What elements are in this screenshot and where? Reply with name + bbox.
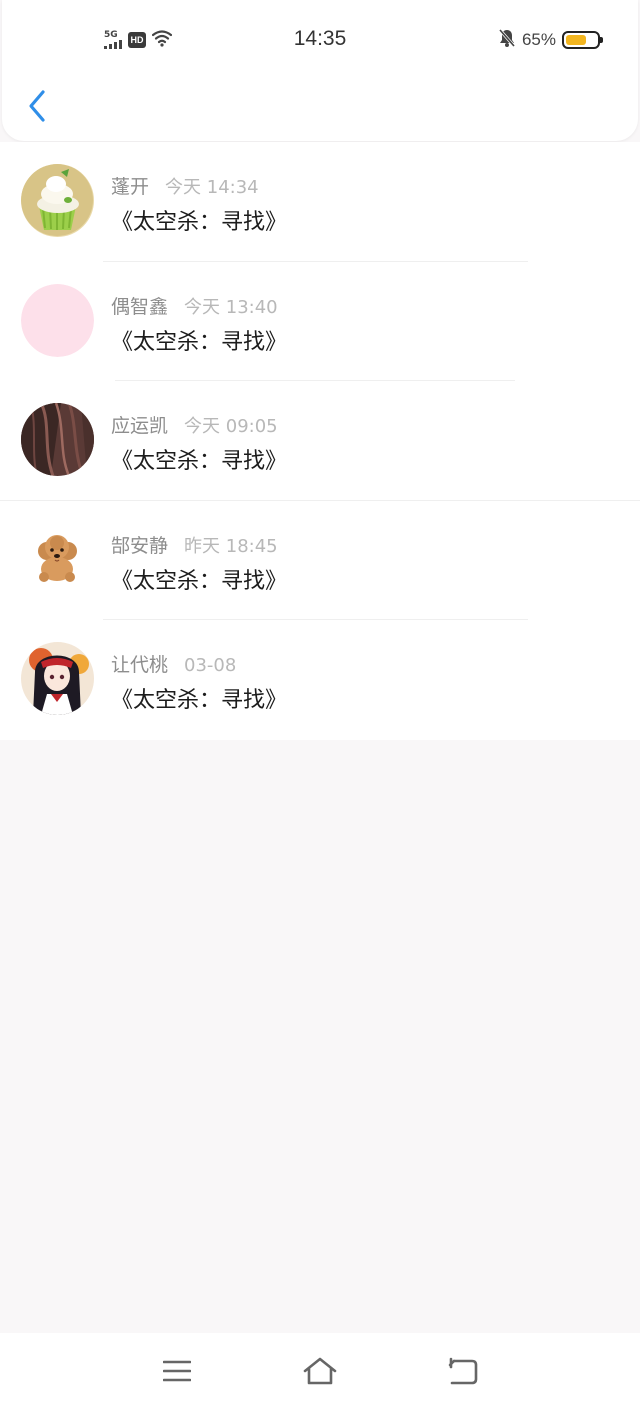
menu-button[interactable] <box>157 1351 197 1391</box>
list-item[interactable]: 让代桃 03-08 《太空杀：寻找》 <box>0 620 640 740</box>
back-return-button[interactable] <box>442 1351 482 1391</box>
message-time: 今天 09:05 <box>184 416 278 438</box>
message-meta: 让代桃 03-08 <box>111 650 236 677</box>
list-item[interactable]: 应运凯 今天 09:05 《太空杀：寻找》 <box>0 381 640 501</box>
list-item[interactable]: 蓬开 今天 14:34 《太空杀：寻找》 <box>0 142 640 262</box>
message-time: 今天 14:34 <box>165 177 259 198</box>
message-text: 《太空杀：寻找》 <box>111 210 288 235</box>
anime-girl-avatar[interactable] <box>21 642 94 716</box>
list-item[interactable]: 郜安静 昨天 18:45 《太空杀：寻找》 <box>0 501 640 621</box>
message-text: 《太空杀：寻找》 <box>111 449 288 475</box>
message-time: 昨天 18:45 <box>184 535 278 557</box>
message-text: 《太空杀：寻找》 <box>111 568 288 594</box>
sender-name: 应运凯 <box>111 415 169 438</box>
poodle-avatar[interactable] <box>21 522 94 596</box>
battery-icon <box>562 31 603 49</box>
cupcake-avatar[interactable] <box>21 164 94 237</box>
message-text: 《太空杀：寻找》 <box>111 688 288 714</box>
status-right: 65% <box>498 28 603 52</box>
sender-name: 蓬开 <box>111 176 150 198</box>
message-time: 今天 13:40 <box>184 296 278 318</box>
message-meta: 郜安静 昨天 18:45 <box>111 531 278 558</box>
message-text: 《太空杀：寻找》 <box>111 329 288 355</box>
menu-icon <box>163 1360 191 1382</box>
message-meta: 应运凯 今天 09:05 <box>111 411 278 438</box>
battery-fill <box>566 35 586 45</box>
message-meta: 偶智鑫 今天 13:40 <box>111 292 278 319</box>
bottom-nav <box>0 1333 640 1409</box>
message-time: 03-08 <box>184 655 237 677</box>
chevron-left-icon <box>29 90 45 122</box>
sender-name: 让代桃 <box>111 654 169 677</box>
sender-name: 偶智鑫 <box>111 295 169 318</box>
pink-avatar[interactable] <box>21 283 94 357</box>
screen: 5G HD 14:35 65% 蓬开 今天 14:34 《太空杀：寻找》 偶智鑫… <box>0 0 640 1409</box>
home-button[interactable] <box>300 1351 340 1391</box>
mute-bell-icon <box>498 28 516 52</box>
sender-name: 郜安静 <box>111 534 169 557</box>
home-icon <box>303 1357 337 1385</box>
message-list: 蓬开 今天 14:34 《太空杀：寻找》 偶智鑫 今天 13:40 《太空杀：寻… <box>0 142 640 740</box>
header: 5G HD 14:35 65% <box>2 0 638 141</box>
hair-photo-avatar[interactable] <box>21 403 94 477</box>
battery-percent: 65% <box>521 30 556 49</box>
back-return-icon <box>448 1357 478 1385</box>
back-button[interactable] <box>20 86 54 126</box>
status-bar: 5G HD 14:35 65% <box>2 0 638 80</box>
list-item[interactable]: 偶智鑫 今天 13:40 《太空杀：寻找》 <box>0 262 640 382</box>
message-meta: 蓬开 今天 14:34 <box>111 172 259 199</box>
